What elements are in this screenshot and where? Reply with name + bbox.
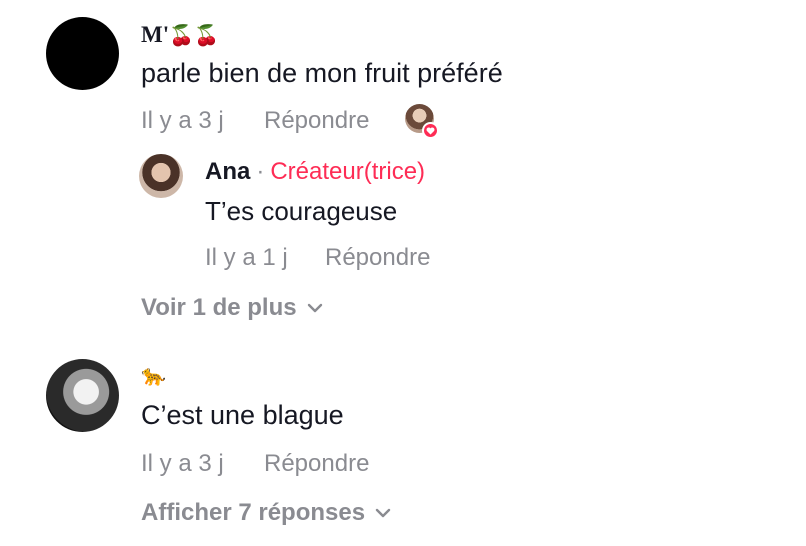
avatar[interactable] <box>46 17 119 90</box>
chevron-down-icon <box>307 303 322 313</box>
view-more-label: Voir 1 de plus <box>141 294 297 321</box>
view-more-replies-button[interactable]: Voir 1 de plus <box>141 296 323 320</box>
leopard-emoji-icon[interactable]: 🐆 <box>141 366 166 386</box>
comments-panel: M'🍒🍒 parle bien de mon fruit préféré Il … <box>0 0 806 546</box>
reply-reply-button[interactable]: Répondre <box>325 246 430 270</box>
comment-text: parle bien de mon fruit préféré <box>141 58 503 88</box>
show-replies-button[interactable]: Afficher 7 réponses <box>141 501 391 525</box>
cherry-emoji-icon: 🍒🍒 <box>169 25 219 47</box>
reply-button[interactable]: Répondre <box>264 452 369 476</box>
comment-timestamp: Il y a 3 j <box>141 107 224 134</box>
reply-timestamp: Il y a 1 j <box>205 244 288 271</box>
reply-text: T’es courageuse <box>205 196 398 226</box>
comment-username[interactable]: M'🍒🍒 <box>141 23 219 46</box>
reply-avatar[interactable] <box>139 154 183 198</box>
comment-timestamp: Il y a 3 j <box>141 450 224 477</box>
heart-icon <box>422 122 439 139</box>
comment-text: C’est une blague <box>141 400 344 430</box>
reply-username-line: Ana · Créateur(trice) <box>205 160 425 184</box>
creator-badge: Créateur(trice) <box>270 158 426 185</box>
reply-button[interactable]: Répondre <box>264 109 369 133</box>
chevron-down-icon <box>375 508 391 518</box>
username-text: M' <box>141 22 170 47</box>
creator-liked-badge <box>405 104 439 140</box>
reply-username[interactable]: Ana <box>205 158 250 185</box>
separator: · <box>256 158 265 185</box>
show-replies-label: Afficher 7 réponses <box>141 499 366 526</box>
avatar[interactable] <box>46 359 119 432</box>
